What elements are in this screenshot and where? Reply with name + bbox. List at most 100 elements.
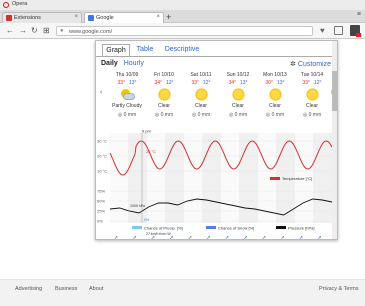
back-icon[interactable]: ←	[6, 26, 14, 35]
high-temp: 33°	[302, 80, 310, 86]
speed-dial-icon[interactable]: ⊞	[43, 26, 50, 35]
precip-amount: 0 mm	[197, 112, 211, 118]
day-precip: ◎ 0 mm	[302, 112, 322, 118]
extensions-icon	[6, 15, 12, 21]
day-condition: Clear	[306, 103, 318, 109]
low-temp: 13°	[277, 80, 285, 86]
badge-icon	[356, 33, 361, 37]
legend-pressure: Pressure [hPa]	[288, 226, 314, 231]
day-condition: Clear	[195, 103, 207, 109]
day-precip: ◎ 0 mm	[154, 112, 174, 118]
night-band	[165, 133, 184, 223]
legend-precip: Chance of Precip. [%]	[144, 226, 183, 231]
tab-descriptive[interactable]: Descriptive	[160, 44, 204, 56]
day-temps: 33° 12°	[295, 80, 329, 86]
wind-arrow-icon: ➚	[299, 235, 303, 240]
left-axis-label: 25%	[97, 209, 105, 214]
window-title: Opera	[12, 1, 28, 7]
sun-icon	[157, 88, 171, 101]
wind-arrow-icon: ➚	[207, 235, 211, 240]
advertising-link[interactable]: Advertising	[15, 286, 42, 292]
day-temps: 30° 13°	[258, 80, 292, 86]
sun-icon	[194, 88, 208, 101]
day-precip: ◎ 0 mm	[228, 112, 248, 118]
low-temp: 12°	[203, 80, 211, 86]
day-precip: ◎ 0 mm	[265, 112, 285, 118]
wind-arrow-icon: ➚	[244, 235, 248, 240]
business-link[interactable]: Business	[55, 286, 77, 292]
tab-table[interactable]: Table	[132, 44, 158, 56]
daily-button[interactable]: Daily	[101, 60, 118, 67]
heart-icon[interactable]: ♥	[320, 26, 325, 35]
tab-bar: Extensions × Google × + ≡	[0, 10, 365, 23]
google-favicon-icon	[88, 15, 94, 21]
left-axis-label: 50%	[97, 199, 105, 204]
wind-arrow-icon: ➚	[225, 235, 229, 240]
legend-snow: Chance of Snow [%]	[218, 226, 254, 231]
close-tab-icon[interactable]: ×	[74, 14, 78, 20]
low-temp: 13°	[240, 80, 248, 86]
day-precip: ◎ 0 mm	[191, 112, 211, 118]
scrollbar-thumb[interactable]	[332, 71, 337, 111]
tooltip-wind: 27 km/h from W	[146, 232, 171, 236]
tab-label: Extensions	[14, 15, 41, 21]
day-condition: Clear	[158, 103, 170, 109]
page-content: Graph Table Descriptive Daily Hourly ✲ Cu…	[0, 40, 365, 306]
day-name: Fri 10/10	[154, 72, 174, 78]
precip-amount: 0 mm	[271, 112, 285, 118]
day-temps: 33° 12°	[184, 80, 218, 86]
close-tab-icon[interactable]: ×	[156, 14, 160, 20]
google-footer: Advertising Business About Privacy & Ter…	[0, 279, 365, 306]
day-precip: ◎ 0 mm	[117, 112, 137, 118]
about-link[interactable]: About	[89, 286, 103, 292]
wind-arrow-icon: ➚	[281, 235, 285, 240]
high-temp: 33°	[191, 80, 199, 86]
left-axis-label: 0%	[97, 219, 103, 224]
hourly-button[interactable]: Hourly	[124, 60, 144, 67]
extension-icon[interactable]	[350, 25, 361, 37]
high-temp: 34°	[228, 80, 236, 86]
low-temp: 12°	[166, 80, 174, 86]
tab-menu-icon[interactable]: ≡	[357, 11, 361, 18]
legend-pressure-swatch	[276, 226, 286, 229]
tab-google[interactable]: Google ×	[84, 12, 164, 23]
opera-logo-icon[interactable]	[3, 2, 9, 8]
high-temp: 34°	[154, 80, 162, 86]
customize-label: Customize	[297, 61, 331, 68]
tab-extensions[interactable]: Extensions ×	[2, 12, 82, 23]
day-condition: Clear	[269, 103, 281, 109]
day-temps: 33° 13°	[110, 80, 144, 86]
wind-arrow-icon: ➚	[318, 235, 322, 240]
title-bar: Opera	[0, 0, 365, 10]
tab-graph[interactable]: Graph	[102, 44, 130, 56]
sun-icon	[268, 88, 282, 101]
wind-arrow-icon: ➚	[133, 235, 137, 240]
left-axis-label: 75%	[97, 189, 105, 194]
reload-icon[interactable]: ↻	[31, 26, 38, 35]
download-icon[interactable]	[334, 26, 343, 35]
tooltip-pressure: 1009 hPa	[130, 204, 145, 208]
customize-button[interactable]: ✲ Customize	[290, 60, 331, 68]
tooltip-time: 9 pm	[142, 129, 152, 134]
forecast-chart: 30 °C20 °C10 °C75%50%25%0%10161013101010…	[97, 129, 337, 240]
prev-day-icon[interactable]: ‹	[100, 89, 102, 96]
sun-icon	[305, 88, 319, 101]
precip-amount: 0 mm	[160, 112, 174, 118]
wind-arrow-icon: ➚	[114, 235, 118, 240]
precip-amount: 0 mm	[123, 112, 137, 118]
privacy-terms-link[interactable]: Privacy & Terms	[319, 286, 359, 292]
low-temp: 13°	[129, 80, 137, 86]
legend-temperature: Temperature [°C]	[282, 176, 312, 181]
partly-cloudy-icon	[119, 89, 135, 101]
legend-temperature-swatch	[270, 177, 280, 180]
tab-divider	[96, 56, 337, 57]
forward-icon[interactable]: →	[19, 26, 27, 35]
weather-widget: Graph Table Descriptive Daily Hourly ✲ Cu…	[95, 40, 338, 240]
low-temp: 12°	[314, 80, 322, 86]
scrollbar[interactable]	[332, 41, 337, 239]
gear-icon: ✲	[290, 61, 296, 68]
legend-snow-swatch	[206, 226, 216, 229]
day-name: Mon 10/13	[263, 72, 287, 78]
address-bar[interactable]: ● www.google.com/	[56, 26, 313, 36]
new-tab-button[interactable]: +	[166, 12, 171, 22]
